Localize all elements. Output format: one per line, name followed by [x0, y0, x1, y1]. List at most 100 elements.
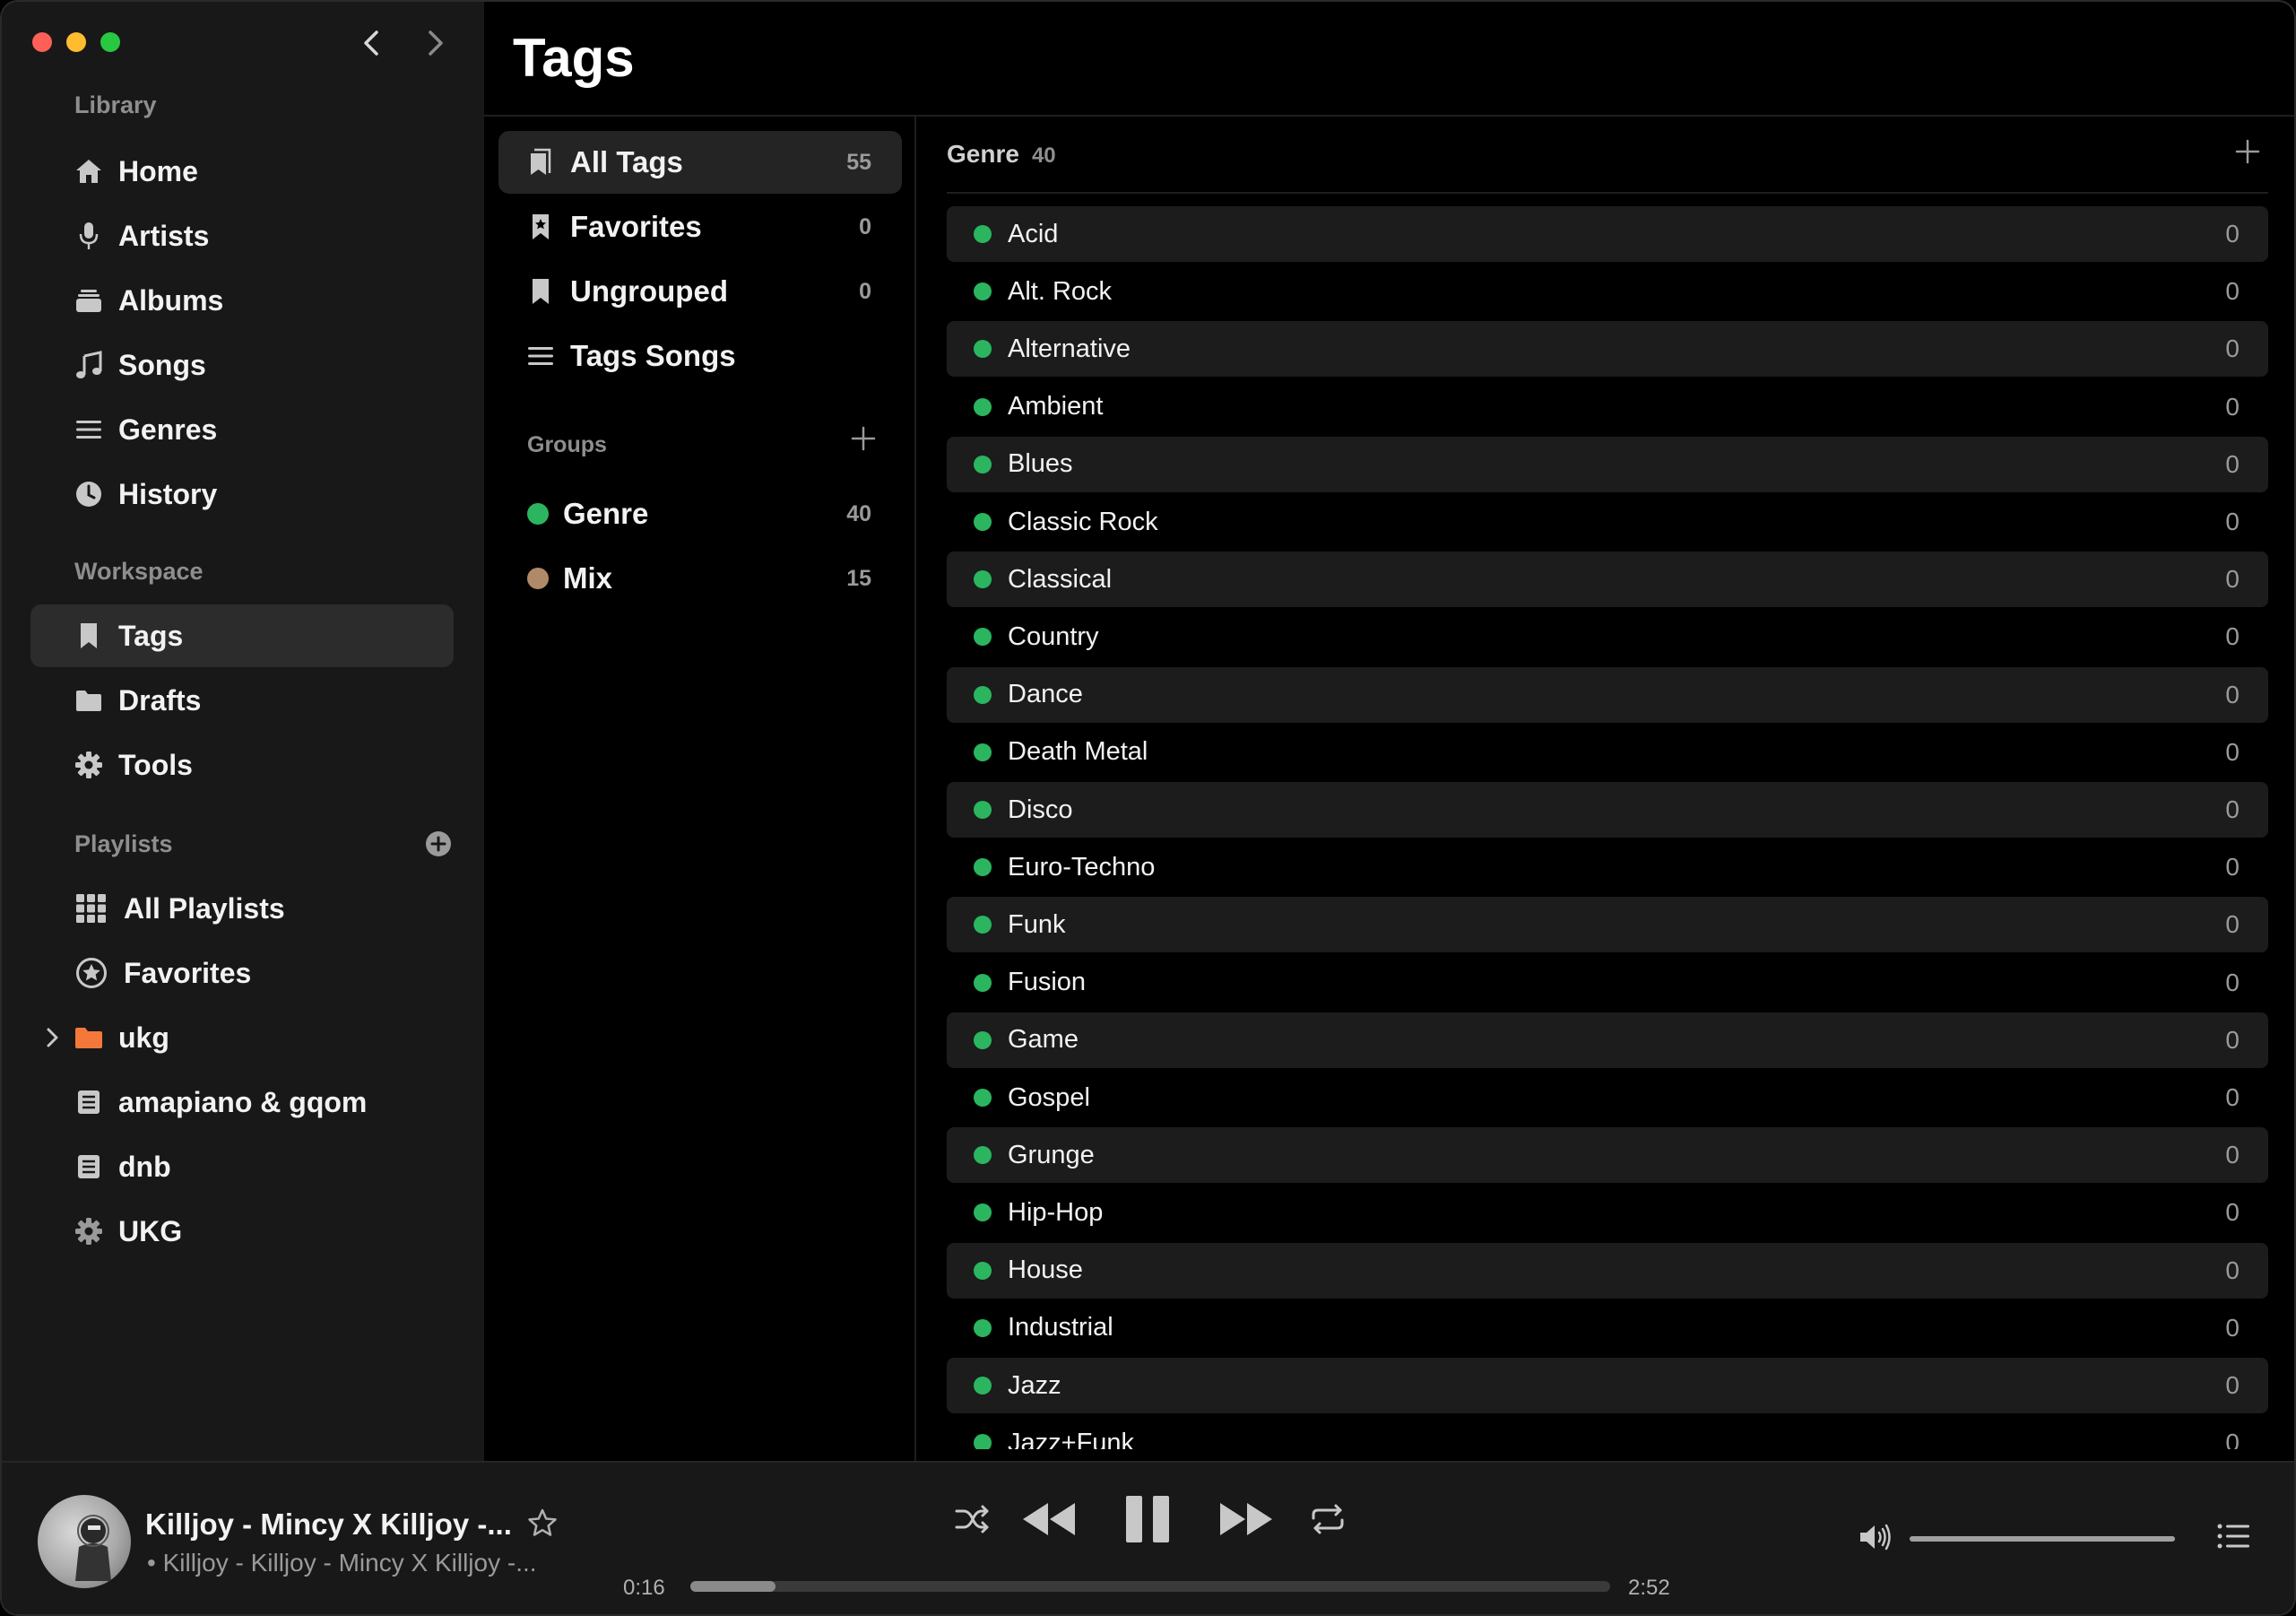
- next-track-button[interactable]: [1217, 1493, 1275, 1545]
- group-item-mix[interactable]: Mix 15: [498, 547, 902, 610]
- tag-nav-tags-songs[interactable]: Tags Songs: [498, 325, 902, 387]
- tag-song-count: 0: [2225, 737, 2240, 766]
- sidebar-item-ukg-smart[interactable]: UKG: [30, 1200, 454, 1263]
- tag-name: Game: [1008, 1025, 1079, 1055]
- tag-row[interactable]: House 0: [947, 1242, 2268, 1299]
- track-title[interactable]: Killjoy - Mincy X Killjoy -...: [145, 1507, 512, 1542]
- tag-row[interactable]: Death Metal 0: [947, 725, 2268, 780]
- sidebar-item-artists[interactable]: Artists: [30, 204, 454, 267]
- tag-song-count: 0: [2225, 277, 2240, 306]
- tag-row[interactable]: Alt. Rock 0: [947, 264, 2268, 319]
- mute-button[interactable]: [1858, 1522, 1893, 1557]
- tag-row[interactable]: Jazz 0: [947, 1358, 2268, 1413]
- forward-button[interactable]: [420, 25, 451, 61]
- sidebar-item-label: dnb: [118, 1150, 171, 1183]
- play-pause-button[interactable]: [1117, 1490, 1178, 1549]
- tag-nav-label: Favorites: [570, 210, 702, 243]
- sidebar-item-favorites[interactable]: Favorites: [30, 942, 454, 1004]
- progress-fill: [690, 1581, 776, 1592]
- sidebar-item-albums[interactable]: Albums: [30, 269, 454, 332]
- tag-row[interactable]: Blues 0: [947, 436, 2268, 492]
- sidebar-item-history[interactable]: History: [30, 463, 454, 526]
- playback-progress-bar[interactable]: [690, 1581, 1610, 1592]
- tag-row[interactable]: Ambient 0: [947, 379, 2268, 435]
- volume-fill: [1910, 1536, 2175, 1542]
- sidebar-item-all-playlists[interactable]: All Playlists: [30, 877, 454, 940]
- tag-color-dot: [974, 916, 992, 934]
- tag-color-dot: [974, 1146, 992, 1165]
- tag-color-dot: [974, 282, 992, 301]
- add-group-button[interactable]: [850, 425, 880, 456]
- tag-nav-favorites[interactable]: Favorites 0: [498, 195, 902, 258]
- tag-nav-all-tags[interactable]: All Tags 55: [498, 131, 902, 194]
- tag-row[interactable]: Acid 0: [947, 206, 2268, 262]
- favorite-track-button[interactable]: [526, 1507, 560, 1542]
- sidebar-item-label: Drafts: [118, 683, 202, 717]
- tag-row[interactable]: Dance 0: [947, 666, 2268, 723]
- tag-color-dot: [974, 1030, 992, 1049]
- sidebar-item-tools[interactable]: Tools: [30, 734, 454, 796]
- tag-row[interactable]: Euro-Techno 0: [947, 839, 2268, 895]
- tag-row[interactable]: Jazz+Funk 0: [947, 1415, 2268, 1449]
- tag-song-count: 0: [2225, 334, 2240, 363]
- sidebar-item-label: Genres: [118, 413, 218, 446]
- tag-row[interactable]: Funk 0: [947, 897, 2268, 953]
- tag-row[interactable]: Hip-Hop 0: [947, 1185, 2268, 1240]
- tag-name: Grunge: [1008, 1140, 1095, 1169]
- tag-row[interactable]: Alternative 0: [947, 321, 2268, 378]
- group-item-genre[interactable]: Genre 40: [498, 482, 902, 545]
- sidebar-item-label: All Playlists: [124, 891, 285, 925]
- tag-nav-ungrouped[interactable]: Ungrouped 0: [498, 260, 902, 323]
- minimize-window-button[interactable]: [66, 32, 86, 52]
- genre-panel-count: 40: [1031, 143, 1056, 168]
- tag-row[interactable]: Country 0: [947, 609, 2268, 665]
- bookmark-star-icon: [527, 212, 554, 242]
- home-icon: [74, 156, 104, 187]
- queue-button[interactable]: [2216, 1523, 2252, 1559]
- tag-row[interactable]: Industrial 0: [947, 1300, 2268, 1356]
- window-controls: [32, 32, 120, 52]
- sidebar-item-songs[interactable]: Songs: [30, 334, 454, 396]
- music-note-icon: [74, 350, 104, 380]
- sidebar-item-amapiano-gqom[interactable]: amapiano & gqom: [30, 1071, 454, 1134]
- tag-color-dot: [974, 685, 992, 704]
- tag-name: Blues: [1008, 449, 1073, 479]
- tag-color-dot: [974, 225, 992, 243]
- sidebar-item-label: Artists: [118, 219, 210, 252]
- repeat-button[interactable]: [1307, 1499, 1348, 1540]
- shuffle-button[interactable]: [952, 1499, 993, 1540]
- chevron-right-icon[interactable]: [43, 1026, 61, 1049]
- sidebar-item-tags[interactable]: Tags: [30, 604, 454, 667]
- sidebar-item-drafts[interactable]: Drafts: [30, 669, 454, 732]
- volume-slider[interactable]: [1910, 1536, 2175, 1542]
- fast-forward-icon: [1220, 1503, 1272, 1535]
- list-icon: [527, 341, 554, 371]
- tag-song-count: 0: [2225, 1083, 2240, 1111]
- tag-row[interactable]: Grunge 0: [947, 1127, 2268, 1184]
- pause-icon: [1126, 1496, 1169, 1542]
- tag-row[interactable]: Classical 0: [947, 552, 2268, 608]
- add-tag-button[interactable]: [2234, 138, 2265, 169]
- close-window-button[interactable]: [32, 32, 52, 52]
- sidebar-item-dnb[interactable]: dnb: [30, 1135, 454, 1198]
- sidebar-item-genres[interactable]: Genres: [30, 398, 454, 461]
- zoom-window-button[interactable]: [100, 32, 120, 52]
- gear-icon: [74, 750, 104, 780]
- tag-name: Alt. Rock: [1008, 276, 1113, 306]
- previous-track-button[interactable]: [1020, 1493, 1078, 1545]
- track-artist-album[interactable]: • Killjoy - Killjoy - Mincy X Killjoy -.…: [147, 1549, 537, 1577]
- sidebar-item-label: Home: [118, 154, 198, 187]
- tag-row[interactable]: Game 0: [947, 1012, 2268, 1068]
- chevron-right-icon: [429, 30, 443, 56]
- tag-row[interactable]: Classic Rock 0: [947, 494, 2268, 550]
- tag-nav-count: 0: [859, 278, 871, 304]
- star-circle-icon: [74, 958, 109, 988]
- add-playlist-button[interactable]: [425, 830, 455, 861]
- sidebar-item-home[interactable]: Home: [30, 140, 454, 203]
- tag-row[interactable]: Disco 0: [947, 782, 2268, 838]
- tag-row[interactable]: Fusion 0: [947, 955, 2268, 1011]
- tag-row[interactable]: Gospel 0: [947, 1070, 2268, 1125]
- sidebar-item-ukg-folder[interactable]: ukg: [30, 1006, 454, 1069]
- album-artwork[interactable]: [38, 1495, 131, 1588]
- back-button[interactable]: [356, 25, 386, 61]
